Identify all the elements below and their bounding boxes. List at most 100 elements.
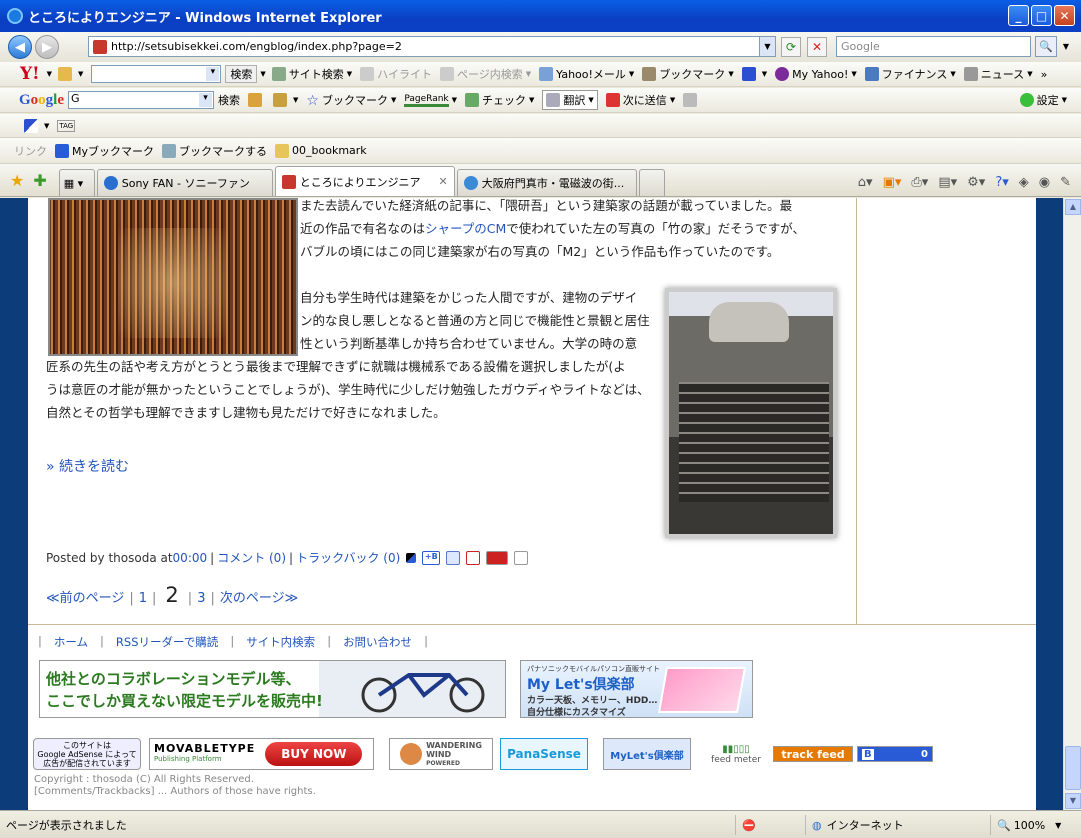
forward-button[interactable]: ▶ (35, 35, 59, 59)
add-button[interactable]: ▼ (741, 67, 767, 81)
help-icon[interactable]: ?▾ (995, 175, 1008, 190)
collaboration-banner[interactable]: 他社とのコラボレーションモデル等、 ここでしか買えない限定モデルを販売中! (39, 660, 506, 718)
messenger-icon[interactable]: ◉ (1039, 175, 1050, 190)
favorites-star-icon[interactable]: ★ (10, 171, 24, 190)
refresh-button[interactable]: ⟳ (781, 37, 801, 57)
search-dropdown-icon[interactable]: ▼ (1059, 36, 1073, 57)
phishing-filter-icon[interactable]: ⛔ (735, 815, 805, 835)
zoom-control[interactable]: 🔍 100% ▼ (990, 815, 1081, 835)
comments-link[interactable]: コメント (0) (217, 549, 286, 566)
lets-club-banner[interactable]: パナソニックモバイルパソコン直販サイト My Let's倶楽部 カラー天板、メモ… (520, 660, 753, 718)
footer-home-link[interactable]: ホーム (54, 634, 88, 650)
close-button[interactable]: ✕ (1054, 5, 1075, 26)
footer-rss-link[interactable]: RSSリーダーで購読 (116, 634, 218, 650)
page-3-link[interactable]: 3 (197, 591, 205, 606)
livedoor-clip-icon[interactable] (446, 550, 461, 565)
tab-kadoma[interactable]: 大阪府門真市・電磁波の街... (456, 169, 637, 196)
yahoo-logo[interactable]: Y! (20, 64, 40, 84)
footer-search-link[interactable]: サイト内検索 (246, 634, 315, 650)
sharp-cm-link[interactable]: シャープのCM (425, 221, 506, 236)
vertical-scrollbar[interactable]: ▲ ▼ (1063, 198, 1081, 810)
address-dropdown-icon[interactable]: ▼ (759, 37, 775, 56)
finance-button[interactable]: ファイナンス ▼ (864, 66, 956, 82)
track-feed-badge[interactable]: track feed (773, 746, 853, 762)
link-bookmark-folder[interactable]: 00_bookmark (275, 143, 367, 158)
back-button[interactable]: ◀ (8, 35, 32, 59)
my-yahoo-button[interactable]: My Yahoo! ▼ (775, 67, 857, 81)
print-icon[interactable]: ⎙▾ (911, 175, 928, 190)
pagerank-indicator[interactable]: PageRank ▼ (404, 94, 457, 107)
yahoo-search-input[interactable] (91, 65, 222, 83)
read-more-link[interactable]: » 続きを読む (46, 456, 129, 476)
search-go-icon[interactable]: 🔍 (1035, 36, 1057, 57)
link-bookmark-this[interactable]: ブックマークする (162, 143, 267, 159)
address-bar[interactable]: http://setsubisekkei.com/engblog/index.p… (88, 36, 776, 57)
quick-tabs-button[interactable]: ▦ ▾ (58, 169, 95, 196)
link-my-bookmark[interactable]: Myブックマーク (55, 143, 154, 159)
minimize-button[interactable]: _ (1008, 5, 1029, 26)
pencil-icon[interactable] (58, 67, 72, 81)
google-search-input[interactable]: G (68, 91, 215, 109)
site-search-button[interactable]: サイト検索 ▼ (271, 66, 352, 82)
scroll-up-button[interactable]: ▲ (1065, 199, 1081, 215)
scroll-down-button[interactable]: ▼ (1065, 793, 1081, 809)
feed-meter-badge[interactable]: ▮▮▯▯▯ feed meter (706, 738, 766, 770)
send-button[interactable]: 次に送信 ▼ (605, 92, 675, 108)
tab-sony-fan[interactable]: Sony FAN - ソニーファン (96, 169, 273, 196)
movabletype-badge[interactable]: MOVABLETYPE Publishing Platform BUY NOW (149, 738, 374, 770)
search-input[interactable]: Google (836, 36, 1031, 57)
extension-icon[interactable]: ✎ (1060, 175, 1071, 190)
hatena-count-badge[interactable]: B 0 (857, 746, 933, 762)
yahoo-mail-button[interactable]: Yahoo!メール ▼ (539, 66, 634, 82)
more-chevron-icon[interactable]: » (1041, 68, 1048, 81)
wandering-wind-badge[interactable]: WANDERING WIND POWERED (389, 738, 493, 770)
page-1-link[interactable]: 1 (139, 591, 147, 606)
permalink-time[interactable]: 00:00 (173, 551, 208, 565)
buy-now-button[interactable]: BUY NOW (265, 742, 363, 766)
next-page-link[interactable]: 次のページ≫ (220, 587, 298, 606)
panasense-badge[interactable]: PanaSense (500, 738, 588, 770)
bookmark-service-icon[interactable] (406, 552, 417, 563)
google-logo[interactable]: Google (19, 92, 64, 109)
google-search-button[interactable]: 検索 (218, 92, 240, 108)
tab-close-icon[interactable]: ✕ (439, 175, 448, 188)
tag-button[interactable]: TAG (57, 119, 76, 132)
misc-toolbar: ▼ TAG (0, 114, 1081, 138)
google-settings-button[interactable]: 設定 ▼ (1019, 92, 1067, 108)
tools-gear-icon[interactable]: ⚙▾ (967, 175, 985, 190)
buzzurl-icon[interactable] (466, 550, 481, 565)
zoom-dropdown-icon[interactable]: ▼ (1055, 821, 1061, 830)
yahoo-bookmark-button[interactable]: ブックマーク ▼ (642, 66, 734, 82)
highlight-button[interactable]: ハイライト (360, 66, 432, 82)
address-url[interactable]: http://setsubisekkei.com/engblog/index.p… (111, 40, 402, 53)
yahoo-search-button[interactable]: 検索 (225, 65, 258, 83)
hatena-bookmark-icon[interactable]: +B (422, 550, 441, 565)
eraser-button[interactable] (683, 93, 700, 107)
stop-button[interactable]: ✕ (807, 37, 827, 57)
google-news-button[interactable] (248, 93, 265, 107)
zone-indicator[interactable]: ◍ インターネット (805, 815, 985, 835)
rss-feed-icon[interactable]: ▣▾ (883, 175, 902, 190)
mylets-badge[interactable]: MyLet's倶楽部 (603, 738, 691, 770)
prev-page-link[interactable]: ≪前のページ (46, 587, 124, 606)
delicious-icon[interactable] (486, 550, 509, 565)
news-button[interactable]: ニュース ▼ (963, 66, 1033, 82)
scroll-thumb[interactable] (1065, 746, 1081, 790)
research-icon[interactable]: ◈ (1019, 175, 1029, 190)
footer-contact-link[interactable]: お問い合わせ (343, 634, 412, 650)
maximize-button[interactable]: □ (1031, 5, 1052, 26)
grid-tool-button[interactable]: ▼ (24, 118, 49, 133)
google-popup-button[interactable]: ▼ (273, 93, 298, 107)
adsense-badge[interactable]: このサイトは Google AdSense によって 広告が配信されています (33, 738, 141, 770)
google-bookmark-button[interactable]: ☆ ブックマーク ▼ (306, 92, 396, 109)
tab-tokoro-engineer[interactable]: ところによりエンジニア ✕ (274, 166, 455, 196)
person-icon[interactable] (514, 550, 529, 565)
trackbacks-link[interactable]: トラックバック (0) (296, 549, 400, 566)
translate-button[interactable]: 翻訳 ▼ (542, 90, 598, 110)
new-tab-button[interactable] (638, 169, 665, 196)
page-menu-icon[interactable]: ▤▾ (938, 175, 957, 190)
home-icon[interactable]: ⌂▾ (858, 175, 873, 190)
page-search-button[interactable]: ページ内検索 ▼ (439, 66, 531, 82)
add-favorites-icon[interactable]: ✚ (33, 171, 46, 190)
spellcheck-button[interactable]: チェック ▼ (465, 92, 534, 108)
